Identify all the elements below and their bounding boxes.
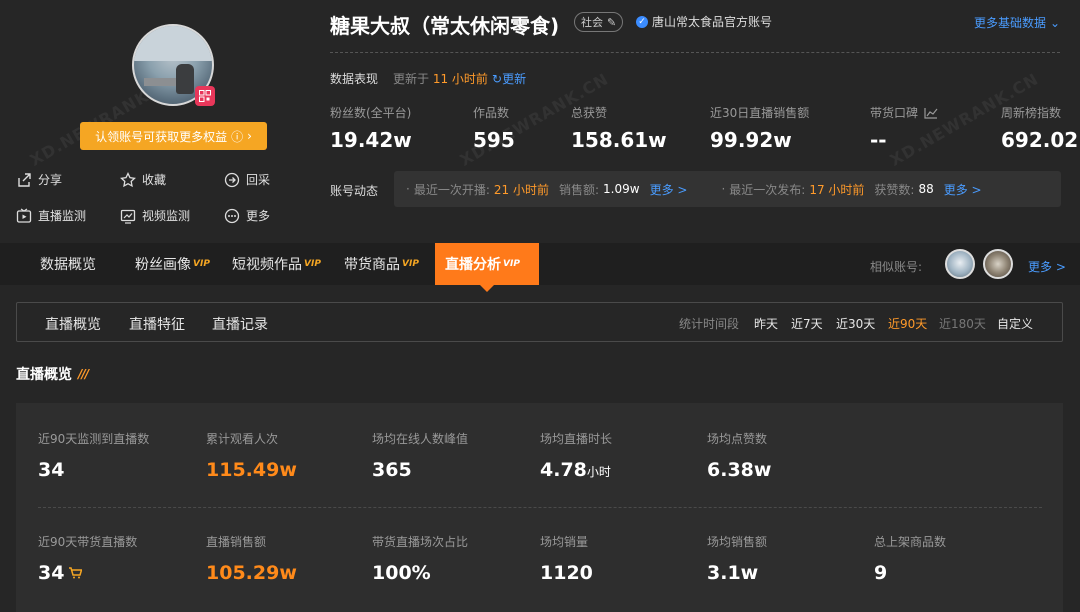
metric-label: 场均销售额 bbox=[707, 535, 768, 549]
stat-value: 19.42w bbox=[330, 128, 412, 152]
chart-icon[interactable] bbox=[924, 107, 938, 119]
post-more-link[interactable]: 更多 > bbox=[944, 181, 982, 198]
more-icon bbox=[224, 208, 240, 223]
live-more-link[interactable]: 更多 > bbox=[650, 181, 688, 198]
period-label: 统计时间段 bbox=[679, 317, 740, 331]
help-icon: ⓘ bbox=[231, 129, 244, 144]
metric-label: 带货直播场次占比 bbox=[372, 535, 469, 549]
recollect-button[interactable]: 回采 bbox=[224, 171, 270, 188]
verified-badge: ✓ 唐山常太食品官方账号 bbox=[636, 13, 772, 30]
metric-value: 365 bbox=[372, 459, 412, 481]
chevron-right-icon: › bbox=[247, 129, 252, 143]
metric-value: 6.38w bbox=[707, 459, 772, 481]
favorite-button[interactable]: 收藏 bbox=[120, 171, 166, 188]
metric-value: 1120 bbox=[540, 562, 593, 584]
star-icon bbox=[120, 171, 136, 187]
metric-label: 近90天带货直播数 bbox=[38, 535, 138, 549]
stat-value: -- bbox=[870, 128, 887, 152]
period-custom[interactable]: 自定义 bbox=[997, 315, 1033, 332]
period-7d[interactable]: 近7天 bbox=[791, 315, 823, 332]
recollect-icon bbox=[224, 172, 240, 187]
metric-label: 累计观看人次 bbox=[206, 432, 279, 446]
subtab-live-features[interactable]: 直播特征 bbox=[129, 314, 185, 334]
metric-label: 场均在线人数峰值 bbox=[372, 432, 469, 446]
account-title: 糖果大叔（常太休闲零食) bbox=[330, 14, 560, 38]
stat-label: 近30日直播销售额 bbox=[710, 106, 810, 120]
metric-value: 34 bbox=[38, 459, 65, 481]
similar-accounts-label: 相似账号: bbox=[870, 260, 923, 274]
period-30d[interactable]: 近30天 bbox=[836, 315, 875, 332]
similar-more-link[interactable]: 更多 > bbox=[1028, 258, 1066, 275]
more-button[interactable]: 更多 bbox=[224, 207, 270, 224]
stat-value: 595 bbox=[473, 128, 515, 152]
tab-short-videos[interactable]: 短视频作品 VIP bbox=[232, 243, 321, 285]
claim-label: 认领账号可获取更多权益 bbox=[95, 129, 228, 144]
metric-value: 115.49w bbox=[206, 459, 297, 481]
dynamics-box: · 最近一次开播: 21 小时前 销售额: 1.09w 更多 > · 最近一次发… bbox=[394, 171, 1061, 207]
tab-products[interactable]: 带货商品 VIP bbox=[344, 243, 419, 285]
similar-account-avatar[interactable] bbox=[983, 249, 1013, 279]
updated-time: 更新于 11 小时前 bbox=[393, 72, 488, 86]
metric-label: 总上架商品数 bbox=[874, 535, 947, 549]
share-icon bbox=[18, 172, 31, 187]
metric-value: 3.1w bbox=[707, 562, 759, 584]
performance-label: 数据表现 bbox=[330, 72, 379, 86]
stat-label: 周新榜指数 bbox=[1001, 106, 1062, 120]
divider bbox=[38, 507, 1042, 508]
verified-icon: ✓ bbox=[636, 15, 648, 28]
metric-value: 105.29w bbox=[206, 562, 297, 584]
more-basic-data-link[interactable]: 更多基础数据 ⌄ bbox=[974, 14, 1060, 31]
metric-label: 场均销量 bbox=[540, 535, 589, 549]
stat-label-reputation: 带货口碑 bbox=[870, 104, 938, 121]
dynamics-label: 账号动态 bbox=[330, 184, 379, 198]
stat-label: 总获赞 bbox=[571, 106, 608, 120]
stat-value: 99.92w bbox=[710, 128, 792, 152]
metric-label: 近90天监测到直播数 bbox=[38, 432, 150, 446]
video-monitor-button[interactable]: 视频监测 bbox=[120, 207, 190, 224]
section-title: 直播概览 /// bbox=[16, 367, 89, 383]
live-monitor-button[interactable]: 直播监测 bbox=[16, 207, 86, 224]
stat-value: 158.61w bbox=[571, 128, 667, 152]
metric-value: 100% bbox=[372, 562, 431, 584]
stat-value: 692.02 bbox=[1001, 128, 1079, 152]
similar-account-avatar[interactable] bbox=[945, 249, 975, 279]
stat-label: 粉丝数(全平台) bbox=[330, 106, 412, 120]
tab-live-analysis[interactable]: 直播分析 VIP bbox=[435, 243, 539, 285]
last-live-info: · 最近一次开播: 21 小时前 销售额: 1.09w 更多 > bbox=[406, 181, 688, 198]
metric-label: 场均点赞数 bbox=[707, 432, 768, 446]
stat-label: 作品数 bbox=[473, 106, 510, 120]
metric-label: 直播销售额 bbox=[206, 535, 267, 549]
metric-value-duration: 4.78小时 bbox=[540, 459, 611, 481]
share-button[interactable]: 分享 bbox=[16, 171, 62, 188]
tab-overview[interactable]: 数据概览 bbox=[40, 243, 96, 285]
last-post-info: · 最近一次发布: 17 小时前 获赞数: 88 更多 > bbox=[721, 181, 982, 198]
refresh-icon: ↻ bbox=[492, 72, 503, 86]
qr-code-icon[interactable] bbox=[195, 86, 215, 106]
edit-icon: ✎ bbox=[607, 15, 617, 29]
refresh-link[interactable]: ↻更新 bbox=[492, 70, 526, 87]
divider bbox=[330, 52, 1060, 53]
video-monitor-icon bbox=[120, 209, 136, 224]
category-tag[interactable]: 社会 ✎ bbox=[574, 12, 624, 32]
metric-value: 9 bbox=[874, 562, 888, 584]
metric-value-cart: 34 bbox=[38, 562, 83, 584]
live-monitor-icon bbox=[16, 208, 32, 223]
period-yesterday[interactable]: 昨天 bbox=[754, 315, 778, 332]
decor-marks-icon: /// bbox=[78, 367, 89, 381]
cart-icon bbox=[69, 567, 83, 579]
tab-fans[interactable]: 粉丝画像 VIP bbox=[135, 243, 210, 285]
subtab-live-records[interactable]: 直播记录 bbox=[212, 314, 268, 334]
period-180d[interactable]: 近180天 bbox=[939, 315, 986, 332]
subtab-live-overview[interactable]: 直播概览 bbox=[45, 314, 101, 334]
claim-account-button[interactable]: 认领账号可获取更多权益 ⓘ › bbox=[80, 122, 267, 150]
period-90d[interactable]: 近90天 bbox=[888, 315, 927, 332]
active-tab-pointer bbox=[480, 285, 494, 292]
chevron-down-circle-icon: ⌄ bbox=[1050, 15, 1061, 30]
metric-label: 场均直播时长 bbox=[540, 432, 613, 446]
